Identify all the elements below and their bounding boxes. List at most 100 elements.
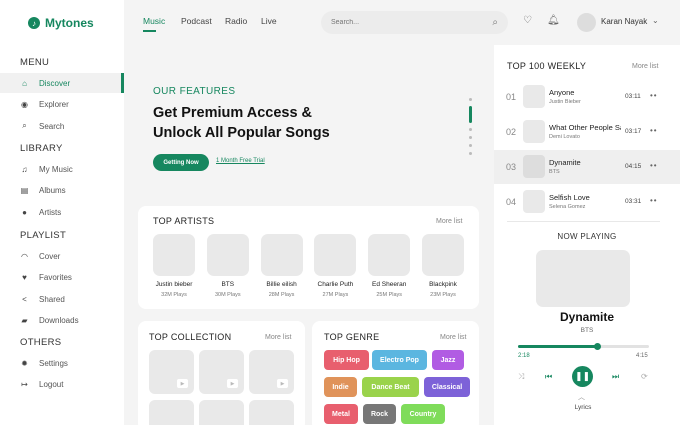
play-icon[interactable]: ▶ [277,379,288,388]
artist-item[interactable]: Billie eilish 28M Plays [257,234,307,298]
top-collection-more-link[interactable]: More list [265,334,291,341]
song-row[interactable]: 02 What Other People Say Demi Lovato 03:17 •… [494,115,680,149]
features-subtitle: OUR FEATURES [153,86,236,97]
artist-photo [153,234,195,276]
genre-tag[interactable]: Electro Pop [372,350,427,370]
lyrics-button[interactable]: Lyrics [494,404,672,411]
album-icon: ▤ [20,186,29,195]
search-icon[interactable]: ⌕ [492,17,498,28]
sidebar-item-label: Search [39,121,65,131]
collection-item[interactable] [149,400,194,425]
tab-live[interactable]: Live [261,16,277,26]
song-row[interactable]: 03 Dynamite BTS 04:15 •• [494,150,680,184]
sidebar-item-label: Favorites [39,273,72,282]
sidebar-item-label: Albums [39,186,66,195]
genre-tag[interactable]: Indie [324,377,357,397]
artist-item[interactable]: BTS 30M Plays [203,234,253,298]
top100-more-link[interactable]: More list [632,63,658,70]
gear-icon: ✹ [21,358,28,368]
sidebar-item-logout[interactable]: ↦ Logout [0,375,124,395]
carousel-dot[interactable] [469,144,472,147]
genre-tag[interactable]: Country [401,404,445,424]
genre-tag[interactable]: Metal [324,404,358,424]
more-options-icon[interactable]: •• [650,126,658,135]
carousel-dot[interactable] [469,136,472,139]
song-artist: Demi Lovato [549,134,580,140]
bell-icon[interactable]: 🔔︎ [547,15,560,26]
shuffle-icon[interactable]: ⤨ [518,372,524,382]
artist-item[interactable]: Charlie Puth 27M Plays [310,234,360,298]
sidebar-item-favorites[interactable]: ♥ Favorites [0,268,124,288]
user-name[interactable]: Karan Nayak [601,17,647,26]
sidebar-item-cover[interactable]: ◠ Cover [0,246,124,266]
play-icon[interactable]: ▶ [227,379,238,388]
sidebar-item-shared[interactable]: < Shared [0,289,124,309]
carousel-dot[interactable] [469,128,472,131]
carousel-dot[interactable] [469,152,472,155]
progress-bar[interactable] [518,343,649,350]
avatar[interactable] [577,13,596,32]
song-row[interactable]: 01 Anyone Justin Bieber 03:11 •• [494,80,680,114]
carousel-dot-active[interactable] [469,106,472,123]
artist-item[interactable]: Ed Sheeran 25M Plays [364,234,414,298]
getting-now-button[interactable]: Getting Now [153,154,209,171]
more-options-icon[interactable]: •• [650,91,658,100]
app-name: Mytones [45,16,94,30]
collection-item[interactable]: ▶ [249,350,294,394]
artist-name: Ed Sheeran [372,281,407,288]
artist-item[interactable]: Blackpink 23M Plays [418,234,468,298]
repeat-icon[interactable]: ⟳ [641,372,648,381]
progress-handle[interactable] [593,343,601,350]
sidebar-item-label: My Music [39,164,73,174]
sidebar-item-artists[interactable]: ● Artists [0,202,124,222]
sidebar-item-downloads[interactable]: ▰ Downloads [0,311,124,331]
artist-photo [206,234,249,276]
sidebar-item-settings[interactable]: ✹ Settings [0,353,124,373]
more-options-icon[interactable]: •• [650,196,658,205]
tab-radio[interactable]: Radio [225,16,247,26]
genre-tag[interactable]: Jazz [432,350,464,370]
sidebar-item-explorer[interactable]: ◉ Explorer [0,95,124,115]
sidebar-item-search[interactable]: ⌕ Search [0,116,124,136]
pause-button[interactable]: ❚❚ [572,366,593,387]
free-trial-link[interactable]: 1 Month Free Trial [216,158,265,164]
collection-item[interactable]: ▶ [199,350,244,394]
next-icon[interactable]: ⏭︎ [612,372,619,382]
collection-item[interactable] [199,400,244,425]
sidebar-item-label: Downloads [39,316,79,325]
carousel-indicator[interactable] [469,98,472,158]
search-input[interactable] [331,19,493,26]
artist-item[interactable]: Justin bieber 32M Plays [149,234,199,298]
tab-music[interactable]: Music [143,16,165,26]
more-options-icon[interactable]: •• [650,161,658,170]
carousel-dot[interactable] [469,98,472,101]
total-time: 4:15 [636,353,648,359]
song-row[interactable]: 04 Selfish Love Selena Gomez 03:31 •• [494,185,680,219]
song-rank: 01 [506,92,517,102]
tab-podcast[interactable]: Podcast [181,16,212,26]
play-icon[interactable]: ▶ [177,379,188,388]
sidebar-item-my-music[interactable]: ♫ My Music [0,159,124,179]
heart-icon[interactable]: ♡ [523,15,532,26]
previous-icon[interactable]: ⏮︎ [545,372,552,382]
genre-tag[interactable]: Classical [424,377,470,397]
app-logo[interactable]: ♪ Mytones [28,16,94,30]
chevron-up-icon[interactable]: ︿ [578,392,585,402]
song-duration: 03:31 [625,198,642,205]
collection-item[interactable]: ▶ [149,350,194,394]
genre-tag[interactable]: Dance Beat [362,377,419,397]
chevron-down-icon[interactable]: ⌄ [652,16,659,25]
song-duration: 03:17 [625,128,642,135]
top-genre-more-link[interactable]: More list [440,334,466,341]
home-icon: ⌂ [22,78,27,88]
features-title-line1: Get Premium Access & [153,105,313,121]
sidebar-item-albums[interactable]: ▤ Albums [0,181,124,201]
sidebar-item-label: Logout [39,380,64,389]
sidebar-item-discover[interactable]: ⌂ Discover [0,73,124,93]
top-artists-more-link[interactable]: More list [436,218,462,225]
collection-item[interactable] [249,400,294,425]
genre-tag[interactable]: Hip Hop [324,350,369,370]
top-artists-title: TOP ARTISTS [153,216,215,226]
genre-tag[interactable]: Rock [363,404,396,424]
song-thumbnail [523,155,545,178]
